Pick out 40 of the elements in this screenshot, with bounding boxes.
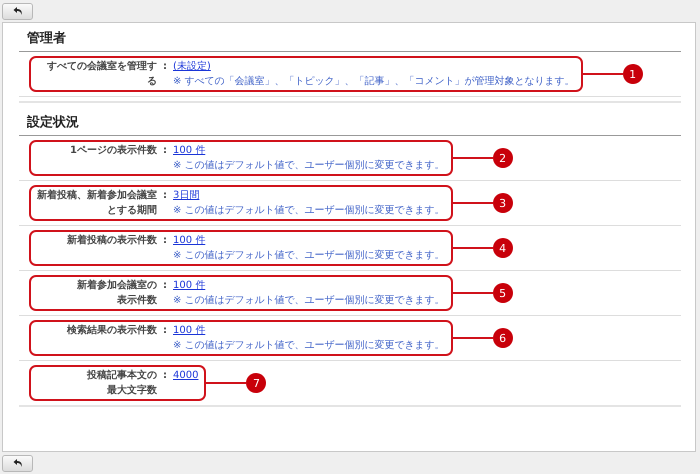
callout-number: 1 [622, 64, 643, 84]
callout-number: 3 [492, 193, 513, 213]
callout-number: 6 [492, 328, 513, 348]
setting-label: る [147, 75, 157, 89]
callout-number: 7 [246, 373, 266, 393]
callout-number: 4 [492, 238, 513, 258]
setting-label: 新着参加会議室の [77, 278, 157, 293]
separator: : [162, 144, 168, 158]
separator: : [162, 279, 168, 293]
setting-label: 投稿記事本文の [87, 368, 157, 383]
setting-label: とする期間 [107, 204, 157, 218]
note-text: ※ この値はデフォルト値で、ユーザー個別に変更できます。 [173, 294, 445, 308]
separator: : [162, 369, 168, 383]
section-title: 管理者 [19, 27, 681, 52]
setting-label: すべての会議室を管理す [47, 59, 157, 74]
setting-label: 新着投稿の表示件数 [67, 233, 157, 248]
setting-label: 1ページの表示件数 [70, 144, 157, 158]
setting-label: 表示件数 [117, 294, 157, 308]
section-title: 設定状況 [19, 111, 681, 136]
callout-number: 5 [492, 283, 513, 303]
value-link[interactable]: 100 件 [173, 323, 206, 338]
note-text: ※ この値はデフォルト値で、ユーザー個別に変更できます。 [173, 248, 445, 263]
separator: : [162, 60, 168, 74]
setting-label: 新着投稿、新着参加会議室 [37, 188, 157, 203]
separator: : [162, 189, 168, 203]
note-text: ※ この値はデフォルト値で、ユーザー個別に変更できます。 [173, 204, 445, 218]
callout-number: 2 [492, 148, 513, 168]
value-link[interactable]: 100 件 [173, 278, 206, 293]
setting-label: 最大文字数 [107, 383, 157, 398]
note-text: ※ この値はデフォルト値で、ユーザー個別に変更できます。 [173, 158, 445, 173]
value-link[interactable]: 100 件 [173, 143, 206, 158]
separator: : [162, 324, 168, 338]
note-text: ※ すべての「会議室」、「トピック」、「記事」、「コメント」が管理対象となります。 [173, 74, 575, 89]
note-text: ※ この値はデフォルト値で、ユーザー個別に変更できます。 [173, 338, 445, 353]
setting-label: 検索結果の表示件数 [67, 324, 157, 338]
value-link[interactable]: 100 件 [173, 233, 206, 248]
value-link[interactable]: 4000 [173, 368, 198, 383]
value-link[interactable]: 3日間 [173, 188, 200, 203]
separator: : [162, 234, 168, 248]
value-link[interactable]: (未設定) [173, 59, 211, 74]
